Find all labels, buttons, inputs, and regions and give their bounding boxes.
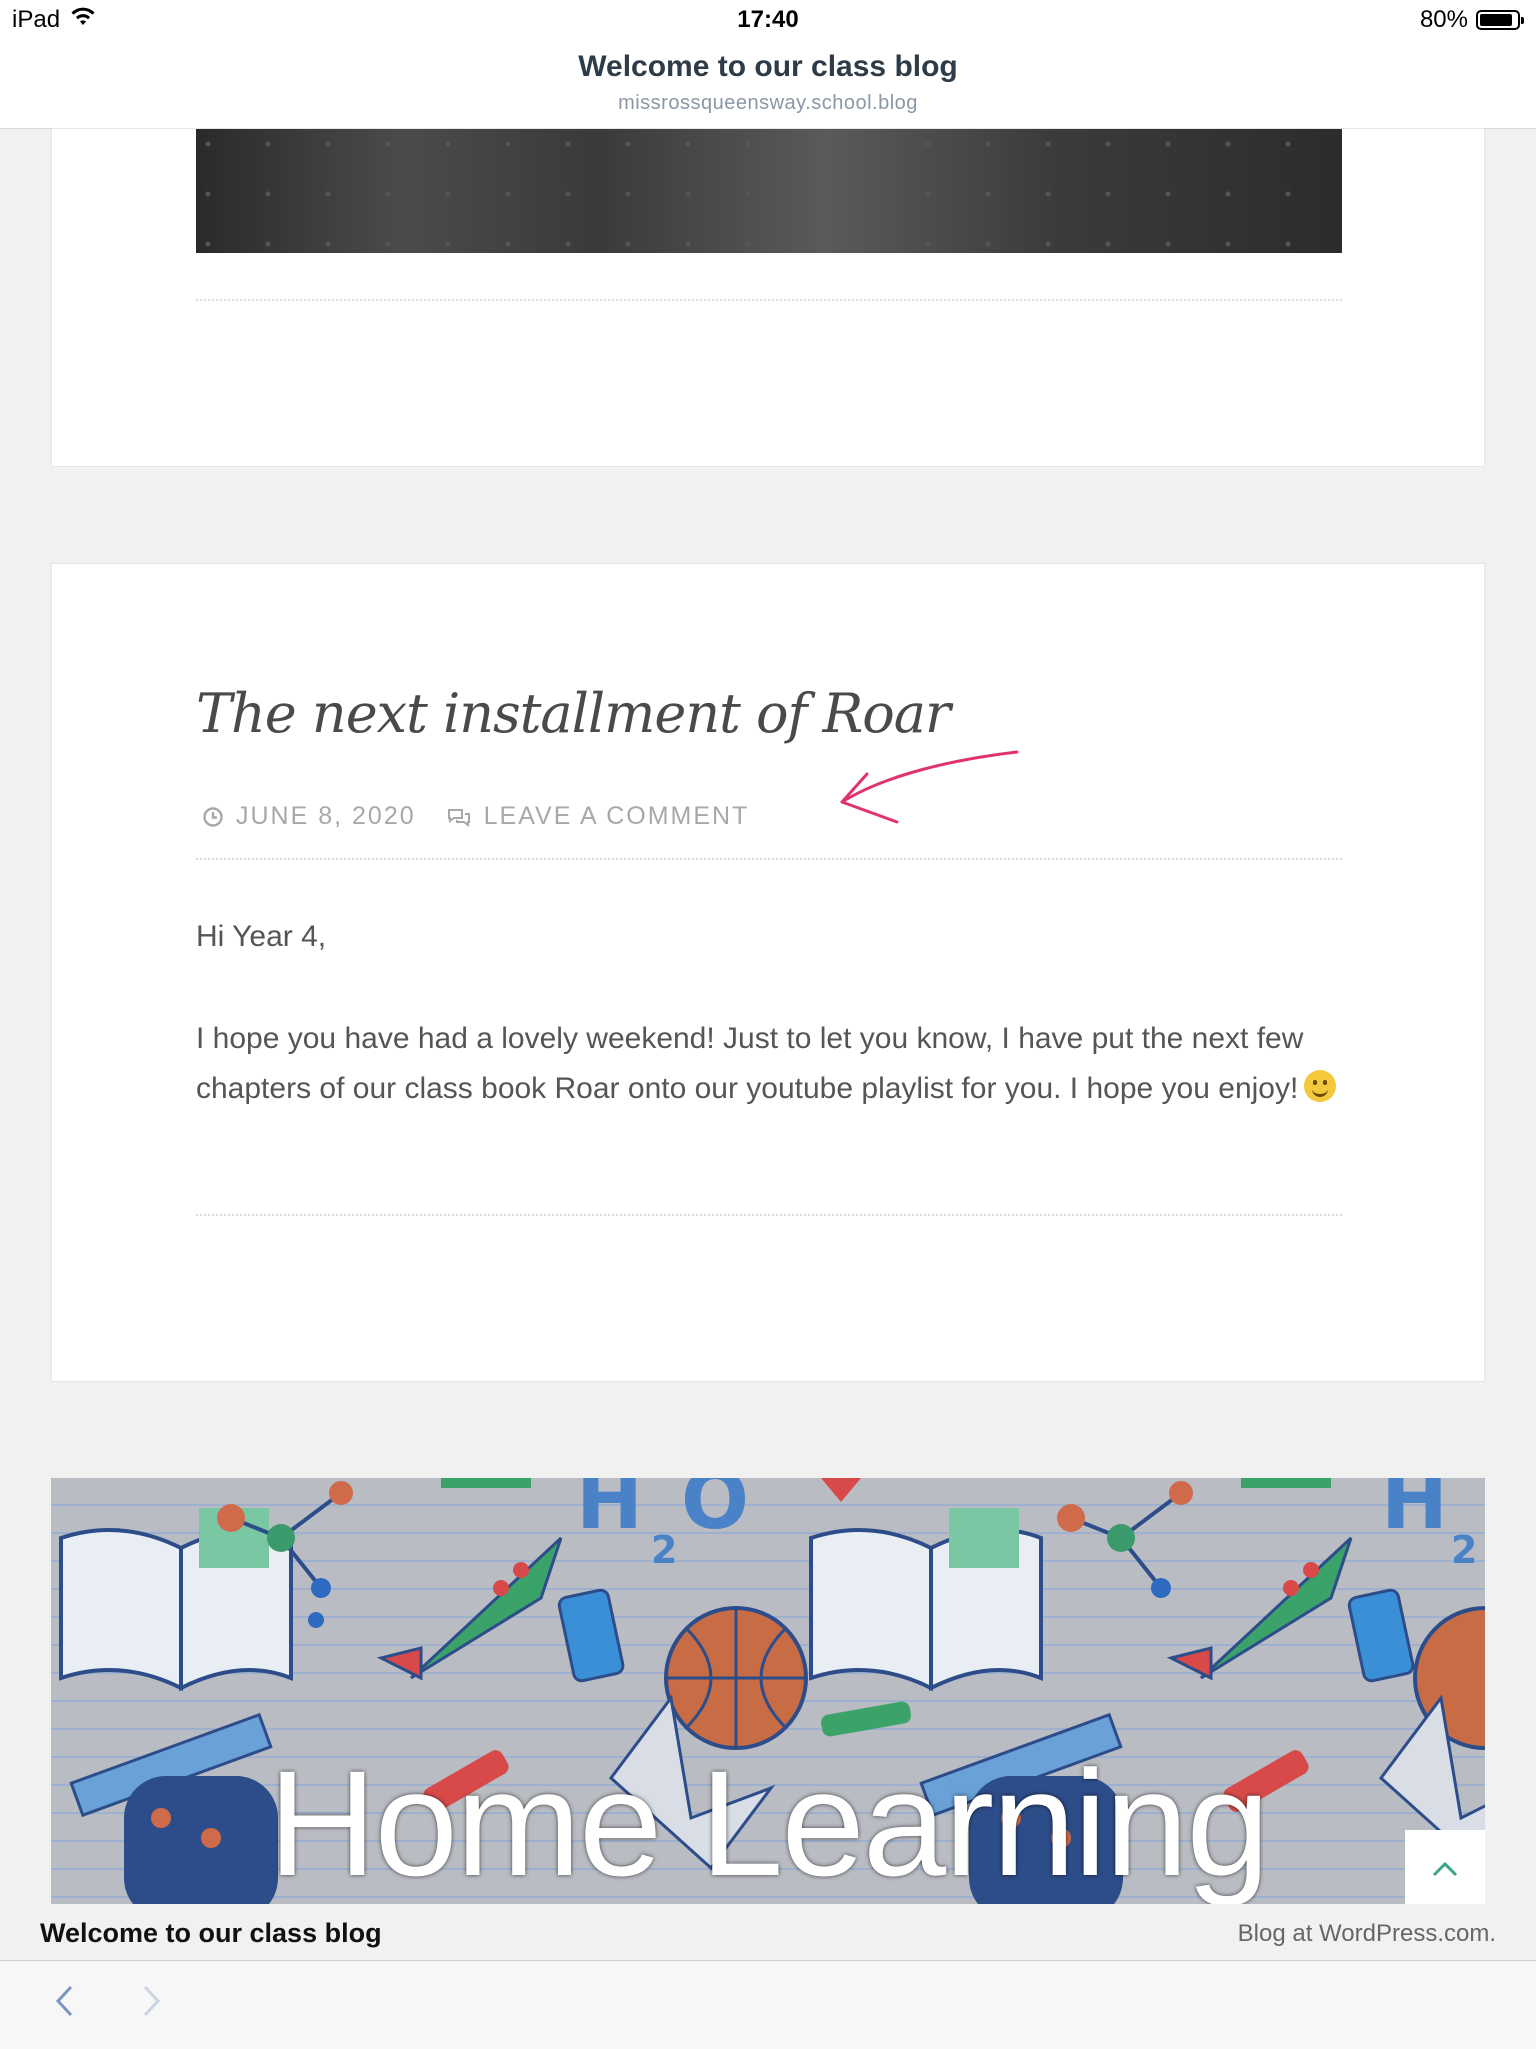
post-card: The next installment of Roar JUNE 8, 202… [51, 563, 1485, 1382]
post-paragraph-text: I hope you have had a lovely weekend! Ju… [196, 1022, 1304, 1105]
svg-text:2: 2 [1451, 1528, 1477, 1572]
browser-toolbar [0, 1960, 1536, 2049]
smiley-emoji-icon [1304, 1070, 1337, 1102]
banner-title: Home Learning [268, 1739, 1270, 1904]
clock: 17:40 [737, 6, 799, 33]
forward-button[interactable] [132, 1979, 172, 2023]
svg-text:H: H [1381, 1478, 1448, 1547]
battery-icon [1476, 10, 1524, 30]
battery-percent: 80% [1419, 6, 1468, 33]
status-right: 80% [1419, 6, 1524, 34]
svg-text:O: O [681, 1478, 749, 1547]
wordpress-credit-link[interactable]: Blog at WordPress.com. [1238, 1920, 1496, 1948]
post-date[interactable]: JUNE 8, 2020 [202, 802, 416, 831]
site-url: missrossqueensway.school.blog [618, 92, 918, 114]
post-paragraph: I hope you have had a lovely weekend! Ju… [196, 1014, 1356, 1114]
post-date-text: JUNE 8, 2020 [236, 802, 416, 830]
post-title[interactable]: The next installment of Roar [196, 682, 951, 745]
svg-text:H: H [576, 1478, 643, 1547]
comments-icon [447, 808, 470, 827]
divider [196, 299, 1342, 301]
post-image [196, 129, 1342, 253]
home-learning-banner[interactable]: H2O H2 Home Learning [51, 1478, 1485, 1904]
site-title[interactable]: Welcome to our class blog [0, 50, 1536, 84]
leave-comment-link[interactable]: LEAVE A COMMENT [446, 802, 750, 831]
previous-post-card [51, 128, 1485, 467]
post-meta: JUNE 8, 2020 LEAVE A COMMENT [202, 802, 779, 831]
site-footer: Welcome to our class blog Blog at WordPr… [0, 1904, 1536, 1960]
annotation-arrow-icon [840, 750, 1019, 824]
clock-icon [203, 806, 223, 827]
post-greeting: Hi Year 4, [196, 920, 327, 953]
post-body: Hi Year 4, I hope you have had a lovely … [196, 912, 1356, 1166]
chevron-right-icon [143, 1985, 161, 2017]
chevron-left-icon [55, 1985, 73, 2017]
back-button[interactable] [44, 1979, 84, 2023]
svg-text:2: 2 [651, 1528, 677, 1572]
footer-site-name[interactable]: Welcome to our class blog [40, 1918, 382, 1949]
divider [196, 1214, 1342, 1216]
leave-comment-text: LEAVE A COMMENT [483, 802, 750, 830]
top-bar: iPad 17:40 80% Welcome to our class blog… [0, 0, 1536, 129]
scroll-to-top-button[interactable] [1405, 1830, 1485, 1908]
chevron-up-icon [1432, 1861, 1458, 1877]
divider [196, 858, 1342, 860]
